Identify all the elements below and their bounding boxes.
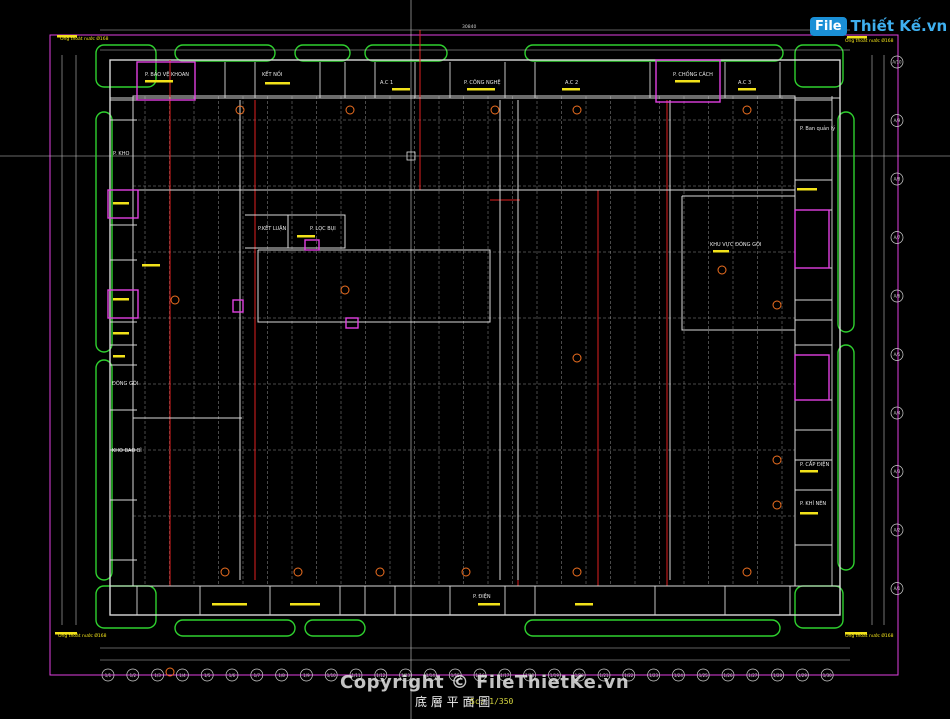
room-label: P. BẢO VỆ KHOAN	[145, 70, 189, 78]
axis-label: A/4	[894, 411, 901, 416]
axis-label: A/10	[892, 60, 902, 65]
yellow-tag	[467, 88, 495, 91]
axis-label: A/9	[894, 118, 901, 123]
yellow-tag	[142, 264, 160, 267]
yellow-tag	[800, 512, 818, 515]
room-label: P. ĐIỆN	[473, 592, 491, 600]
copyright-watermark: Copyright © FileThietKe.vn	[340, 672, 630, 693]
corner-note-top-left: Ông thoát nước Ø168	[60, 35, 109, 42]
axis-label: 1/27	[748, 673, 757, 678]
corner-note-bottom-right: Ông thoát nước Ø168	[845, 632, 894, 639]
axis-label: 1/23	[649, 673, 658, 678]
overall-dimension: 30840	[462, 24, 476, 30]
yellow-tag	[290, 603, 320, 606]
yellow-tag	[575, 603, 593, 606]
corner-note-bottom-left: Ông thoát nước Ø168	[58, 632, 107, 639]
room-label: P.KẾT LUẬN	[258, 224, 287, 232]
room-label: A.C 2	[565, 80, 578, 86]
floor-plan-drawing: P. BẢO VỆ KHOAN KẾT NỐI P. CÔNG NGHỆ A.C…	[0, 0, 950, 719]
yellow-tag	[113, 202, 129, 205]
axis-label: 1/1	[105, 673, 112, 678]
yellow-tag	[713, 250, 729, 253]
room-label: P. CHỐNG CÁCH	[673, 70, 713, 78]
axis-label: A/7	[894, 235, 901, 240]
axis-label: 1/26	[724, 673, 733, 678]
axis-label: A/8	[894, 177, 901, 182]
logo-box: File	[810, 16, 847, 36]
yellow-tag	[297, 235, 315, 238]
room-label: P. KHO	[113, 151, 129, 157]
axis-label: A/5	[894, 352, 901, 357]
drawing-background	[0, 0, 950, 719]
axis-label: 1/7	[254, 673, 261, 678]
axis-label: A/3	[894, 469, 901, 474]
drawing-scale: Sc: 1/350	[470, 697, 514, 706]
yellow-tag	[478, 603, 500, 606]
axis-label: A/6	[894, 294, 901, 299]
axis-label: 1/9	[303, 673, 310, 678]
filethietke-logo: File Thiết Kế.vn	[810, 12, 947, 40]
room-label: P. CẤP ĐIỆN	[800, 460, 829, 468]
axis-label: A/1	[894, 586, 901, 591]
yellow-tag	[797, 188, 817, 191]
yellow-tag	[145, 80, 173, 83]
yellow-tag	[212, 603, 247, 606]
room-label: KHO BAO BÌ	[112, 447, 142, 454]
yellow-tag	[113, 355, 125, 358]
axis-label: 1/8	[278, 673, 285, 678]
axis-label: 1/30	[823, 673, 832, 678]
axis-label: 1/24	[674, 673, 683, 678]
room-label: A.C 1	[380, 80, 393, 86]
yellow-tag	[392, 88, 410, 91]
room-label: A.C 3	[738, 80, 751, 86]
yellow-tag	[113, 298, 129, 301]
room-label: P. LỌC BỤI	[310, 226, 336, 232]
axis-label: 1/28	[773, 673, 782, 678]
yellow-tag	[265, 82, 290, 85]
room-label: ĐÓNG GÓI	[112, 380, 138, 387]
axis-label: 1/4	[179, 673, 186, 678]
axis-label: 1/29	[798, 673, 807, 678]
room-label: P. KHÍ NÉN	[800, 499, 826, 507]
yellow-tag	[562, 88, 580, 91]
yellow-tag	[113, 332, 129, 335]
yellow-tag	[675, 80, 700, 83]
room-label: P. CÔNG NGHỆ	[464, 78, 501, 86]
axis-label: 1/6	[229, 673, 236, 678]
axis-label: 1/5	[204, 673, 211, 678]
axis-label: A/2	[894, 528, 901, 533]
axis-label: 1/2	[130, 673, 137, 678]
yellow-tag	[738, 88, 756, 91]
yellow-tag	[800, 470, 818, 473]
logo-text: Thiết Kế.vn	[850, 17, 948, 35]
room-label: KẾT NỐI	[262, 70, 282, 78]
room-label: KHU VỰC ĐÓNG GÓI	[710, 241, 761, 248]
axis-label: 1/10	[327, 673, 336, 678]
axis-label: 1/25	[699, 673, 708, 678]
room-label: P. Ban quản lý	[800, 125, 835, 132]
axis-label: 1/3	[154, 673, 161, 678]
